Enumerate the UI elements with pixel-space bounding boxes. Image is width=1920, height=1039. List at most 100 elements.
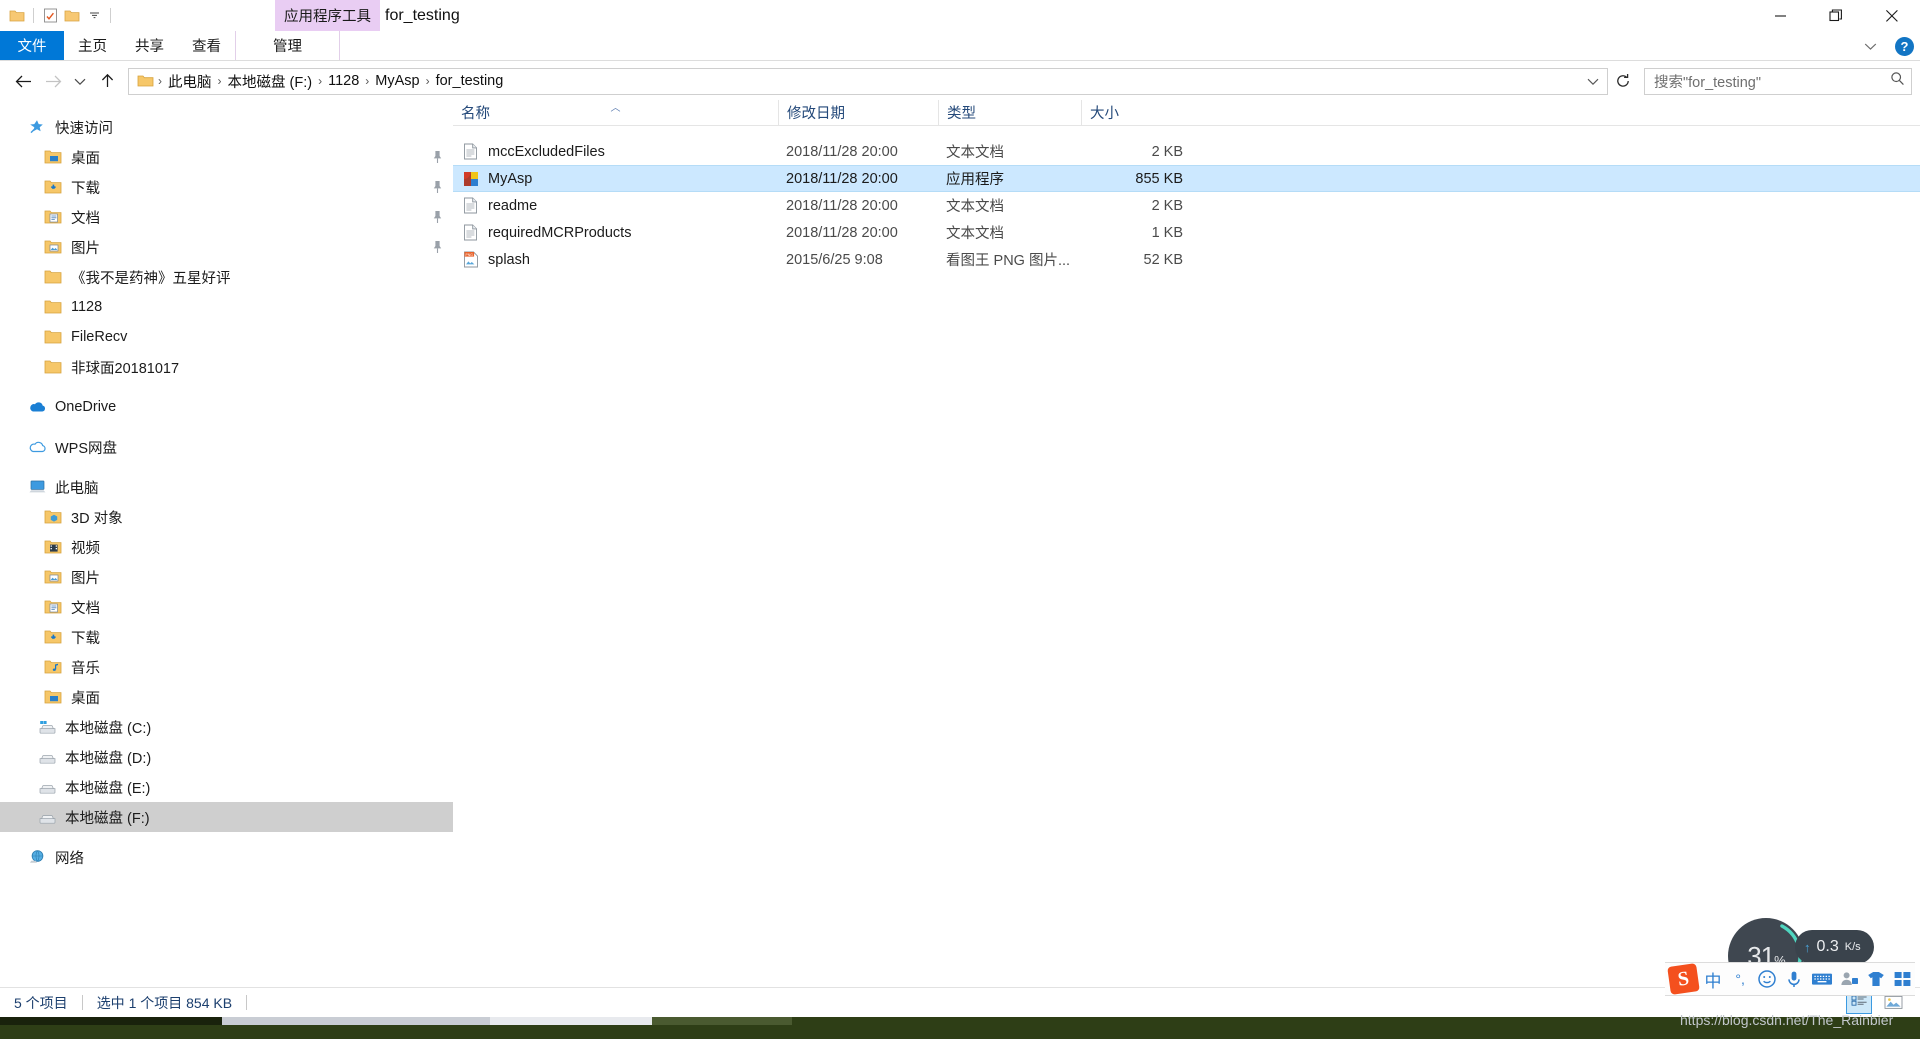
sidebar-item-music[interactable]: 音乐 (0, 652, 453, 682)
sidebar-item-pictures-pc[interactable]: 图片 (0, 562, 453, 592)
new-folder-icon[interactable] (39, 5, 61, 27)
tab-file[interactable]: 文件 (0, 31, 64, 60)
column-header-size[interactable]: 大小 (1081, 100, 1191, 126)
table-row[interactable]: mccExcludedFiles 2018/11/28 20:00 文本文档 2… (453, 138, 1920, 165)
sidebar-item-downloads-pc[interactable]: 下载 (0, 622, 453, 652)
breadcrumb: › 此电脑 › 本地磁盘 (F:) › 1128 › MyAsp › for_t… (157, 69, 1583, 94)
sidebar-item-downloads[interactable]: 下载 (0, 172, 453, 202)
file-list-pane[interactable]: ︿ 名称 修改日期 类型 大小 (453, 100, 1920, 1009)
folder-pictures-icon (42, 566, 64, 588)
pin-icon[interactable] (427, 210, 447, 224)
onedrive-cloud-icon (26, 396, 48, 418)
tab-share[interactable]: 共享 (121, 31, 178, 60)
sidebar-item-label: 下载 (71, 177, 100, 198)
sidebar-item-pictures[interactable]: 图片 (0, 232, 453, 262)
breadcrumb-item-for-testing[interactable]: for_testing (431, 73, 509, 89)
ribbon-tab-strip: 文件 主页 共享 查看 管理 (0, 31, 1920, 61)
sidebar-item-drive-d[interactable]: 本地磁盘 (D:) (0, 742, 453, 772)
contextual-tab-application-tools[interactable]: 应用程序工具 (275, 0, 380, 31)
help-button[interactable]: ? (1895, 37, 1914, 56)
navigation-pane: 快速访问 桌面 下载 (0, 100, 453, 1009)
sidebar-item-label: WPS网盘 (55, 437, 117, 458)
recent-locations-chevron-icon[interactable] (68, 66, 92, 96)
table-row[interactable]: MyAsp 2018/11/28 20:00 应用程序 855 KB (453, 165, 1920, 192)
column-header-name[interactable]: ︿ 名称 (453, 100, 778, 126)
sidebar-item-desktop[interactable]: 桌面 (0, 142, 453, 172)
ime-user-icon[interactable] (1837, 966, 1861, 992)
sidebar-item-label: 图片 (71, 567, 100, 588)
sidebar-item-label: OneDrive (55, 399, 116, 415)
breadcrumb-item-this-pc[interactable]: 此电脑 (163, 71, 217, 92)
file-size-cell: 52 KB (1081, 246, 1191, 273)
breadcrumb-item-myasp[interactable]: MyAsp (370, 73, 424, 89)
sidebar-item-1128[interactable]: 1128 (0, 292, 453, 322)
refresh-button[interactable] (1608, 68, 1638, 95)
sidebar-item-wps-cloud[interactable]: WPS网盘 (0, 432, 453, 462)
ime-skin-icon[interactable] (1864, 966, 1888, 992)
sidebar-item-network[interactable]: 网络 (0, 842, 453, 872)
breadcrumb-item-1128[interactable]: 1128 (323, 73, 364, 89)
file-size-cell: 855 KB (1081, 166, 1191, 191)
sidebar-spacer (0, 382, 453, 392)
tab-home[interactable]: 主页 (64, 31, 121, 60)
file-date-cell: 2018/11/28 20:00 (778, 192, 938, 219)
ime-toolbox-icon[interactable] (1891, 966, 1915, 992)
tab-view[interactable]: 查看 (178, 31, 235, 60)
ime-emoji-icon[interactable] (1755, 966, 1779, 992)
breadcrumb-dropdown-icon[interactable] (1583, 69, 1603, 94)
search-box[interactable]: 搜索"for_testing" (1644, 68, 1912, 95)
drive-icon (36, 806, 58, 828)
sidebar-item-3d-objects[interactable]: 3D 对象 (0, 502, 453, 532)
ribbon-expand-chevron-icon[interactable] (1859, 35, 1881, 57)
table-row[interactable]: PNG splash 2015/6/25 9:08 看图王 PNG 图片... … (453, 246, 1920, 273)
search-input[interactable]: 搜索"for_testing" (1654, 71, 1890, 92)
up-button[interactable] (92, 66, 122, 96)
file-name-text: readme (488, 198, 537, 214)
ime-soft-keyboard-icon[interactable] (1809, 966, 1833, 992)
breadcrumb-bar[interactable]: › 此电脑 › 本地磁盘 (F:) › 1128 › MyAsp › for_t… (128, 68, 1608, 95)
sidebar-group-this-pc[interactable]: 此电脑 (0, 472, 453, 502)
system-drive-icon (36, 716, 58, 738)
sidebar-item-movie-folder[interactable]: 《我不是药神》五星好评 (0, 262, 453, 292)
file-name-cell: requiredMCRProducts (453, 219, 778, 246)
ime-voice-input-icon[interactable] (1782, 966, 1806, 992)
sidebar-item-aspheric[interactable]: 非球面20181017 (0, 352, 453, 382)
sidebar-item-label: 下载 (71, 627, 100, 648)
sidebar-item-desktop-pc[interactable]: 桌面 (0, 682, 453, 712)
table-row[interactable]: readme 2018/11/28 20:00 文本文档 2 KB (453, 192, 1920, 219)
sidebar-item-drive-c[interactable]: 本地磁盘 (C:) (0, 712, 453, 742)
ime-chinese-mode-icon[interactable]: 中 (1701, 966, 1725, 992)
sogou-logo-icon[interactable]: S (1667, 963, 1700, 995)
folder-music-icon (42, 656, 64, 678)
pin-icon[interactable] (427, 150, 447, 164)
table-row[interactable]: requiredMCRProducts 2018/11/28 20:00 文本文… (453, 219, 1920, 246)
column-header-date-modified[interactable]: 修改日期 (778, 100, 938, 126)
sidebar-item-videos[interactable]: 视频 (0, 532, 453, 562)
sidebar-group-quick-access[interactable]: 快速访问 (0, 112, 453, 142)
sidebar-item-onedrive[interactable]: OneDrive (0, 392, 453, 422)
star-pin-icon (26, 116, 48, 138)
network-speed-pill[interactable]: ↑ 0.3 K/s (1795, 930, 1874, 964)
sidebar-item-documents[interactable]: 文档 (0, 202, 453, 232)
close-button[interactable] (1864, 0, 1920, 31)
folder-icon[interactable] (61, 5, 83, 27)
ime-punctuation-icon[interactable]: °, (1728, 966, 1752, 992)
minimize-button[interactable] (1752, 0, 1808, 31)
pin-icon[interactable] (427, 240, 447, 254)
maximize-button[interactable] (1808, 0, 1864, 31)
tab-manage[interactable]: 管理 (235, 31, 340, 60)
back-button[interactable] (8, 66, 38, 96)
sogou-ime-toolbar: S 中 °, (1665, 962, 1915, 996)
chevron-down-icon[interactable] (83, 5, 105, 27)
sidebar-item-drive-e[interactable]: 本地磁盘 (E:) (0, 772, 453, 802)
pin-icon[interactable] (427, 180, 447, 194)
breadcrumb-item-drive-f[interactable]: 本地磁盘 (F:) (223, 71, 318, 92)
sidebar-item-filerecv[interactable]: FileRecv (0, 322, 453, 352)
sidebar-item-drive-f[interactable]: 本地磁盘 (F:) (0, 802, 453, 832)
sidebar-item-documents-pc[interactable]: 文档 (0, 592, 453, 622)
file-type-cell: 文本文档 (938, 192, 1081, 219)
column-header-type[interactable]: 类型 (938, 100, 1081, 126)
properties-icon[interactable] (6, 5, 28, 27)
forward-button[interactable] (38, 66, 68, 96)
drive-icon (36, 776, 58, 798)
